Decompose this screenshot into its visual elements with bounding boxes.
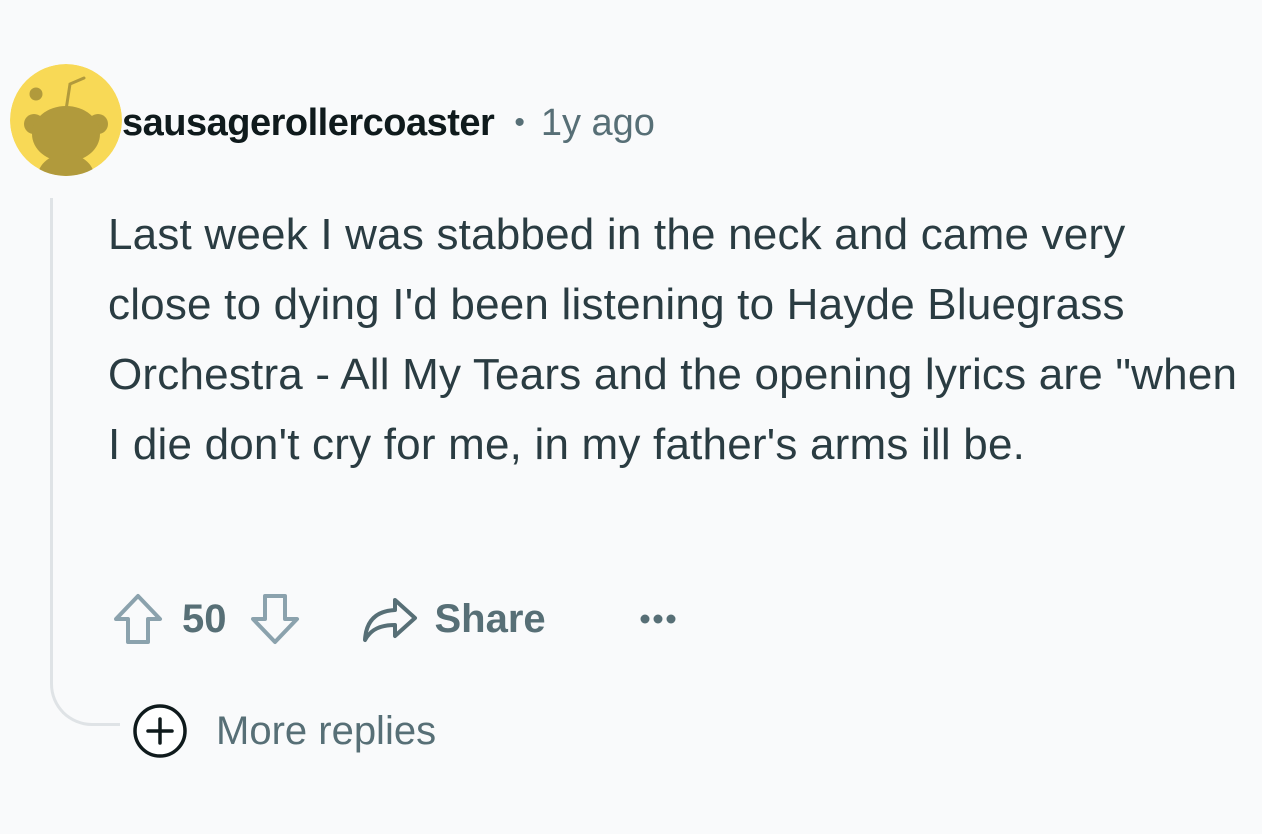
share-arrow-icon [362, 598, 417, 642]
plus-circle-icon [133, 704, 187, 758]
timestamp[interactable]: 1y ago [541, 102, 655, 145]
action-bar: 50 Share [112, 590, 678, 648]
comment: sausagerollercoaster • 1y ago Last week … [0, 0, 1262, 834]
comment-body: Last week I was stabbed in the neck and … [108, 210, 1238, 469]
arrow-up-icon [114, 594, 162, 644]
share-button[interactable]: Share [361, 594, 546, 644]
more-replies-label: More replies [216, 708, 437, 753]
downvote-button[interactable] [249, 592, 301, 646]
ellipsis-icon [640, 614, 676, 624]
share-label: Share [434, 596, 546, 641]
more-replies-button[interactable]: More replies [132, 704, 436, 758]
comment-header: sausagerollercoaster • 1y ago [122, 98, 655, 148]
snoo-avatar-icon [10, 64, 122, 176]
avatar[interactable] [10, 64, 122, 176]
arrow-down-icon [250, 594, 299, 644]
vote-score: 50 [182, 596, 227, 641]
username-link[interactable]: sausagerollercoaster [122, 102, 495, 145]
meta-separator: • [514, 106, 525, 139]
overflow-menu-button[interactable] [638, 612, 678, 626]
upvote-button[interactable] [112, 592, 164, 646]
